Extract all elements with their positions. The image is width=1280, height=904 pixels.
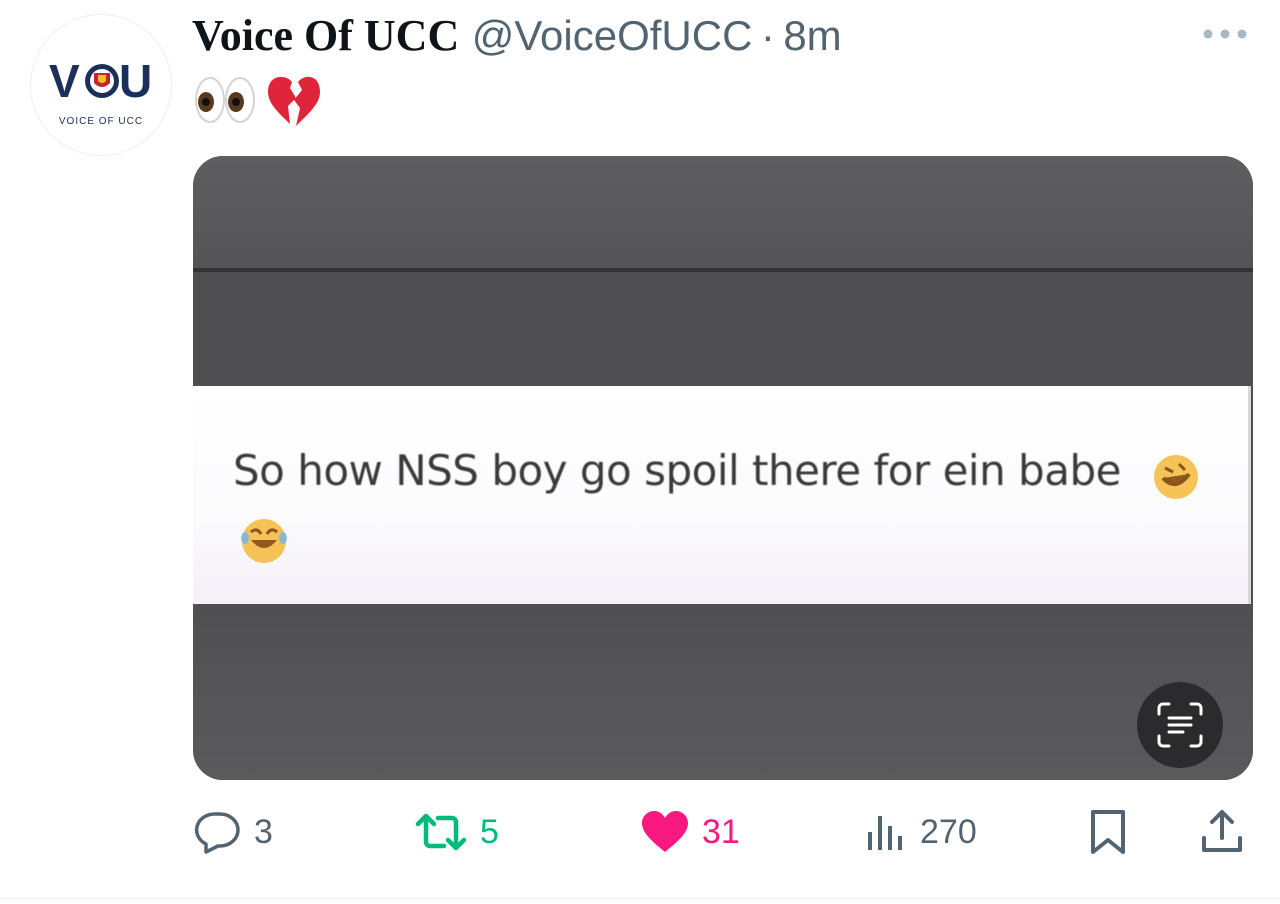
broken-heart-emoji	[268, 76, 320, 126]
views-button[interactable]: 270	[864, 808, 977, 856]
like-button[interactable]: 31	[640, 808, 740, 856]
display-name[interactable]: Voice Of UCC	[192, 11, 459, 60]
view-count: 270	[920, 812, 977, 851]
bookmark-icon	[1091, 810, 1125, 854]
svg-text:V: V	[49, 55, 80, 105]
retweet-count: 5	[480, 812, 499, 851]
avatar[interactable]: V U VOICE OF UCC	[30, 14, 172, 156]
screenshot-caption-text: So how NSS boy go spoil there for ein ba…	[233, 446, 1121, 495]
retweet-icon	[415, 813, 467, 851]
share-button[interactable]	[1200, 808, 1244, 856]
eyes-emoji	[195, 77, 255, 123]
tweet-action-bar: 3 5 31 270	[0, 800, 1280, 864]
tweet-header: Voice Of UCC @VoiceOfUCC · 8m	[192, 10, 842, 60]
more-icon	[1203, 29, 1247, 39]
reply-count: 3	[254, 812, 273, 851]
user-handle[interactable]: @VoiceOfUCC	[472, 12, 753, 59]
crying-laughing-emoji	[241, 519, 287, 563]
reply-button[interactable]: 3	[194, 808, 273, 856]
tweet-media[interactable]: So how NSS boy go spoil there for ein ba…	[193, 156, 1253, 780]
media-bottom-band	[193, 604, 1253, 780]
reply-icon	[194, 812, 240, 854]
more-options-button[interactable]	[1198, 24, 1252, 44]
screenshot-caption-card: So how NSS boy go spoil there for ein ba…	[193, 386, 1251, 604]
like-count: 31	[702, 812, 740, 851]
bookmark-button[interactable]	[1088, 808, 1128, 856]
media-mid-band	[193, 272, 1253, 386]
text-recognition-icon	[1157, 702, 1203, 748]
tweet-text	[194, 72, 324, 128]
media-top-band	[193, 156, 1253, 268]
voice-of-ucc-logo: V U	[49, 55, 152, 105]
avatar-caption: VOICE OF UCC	[58, 116, 144, 127]
timestamp[interactable]: 8m	[783, 12, 841, 59]
views-icon	[868, 816, 902, 850]
text-recognition-button[interactable]	[1137, 682, 1223, 768]
svg-text:U: U	[119, 55, 152, 105]
heart-icon	[642, 811, 688, 852]
retweet-button[interactable]: 5	[414, 808, 499, 856]
tweet-divider	[0, 898, 1280, 899]
separator-dot: ·	[760, 12, 775, 59]
rolling-laughing-emoji	[1154, 455, 1198, 499]
share-icon	[1202, 810, 1242, 852]
